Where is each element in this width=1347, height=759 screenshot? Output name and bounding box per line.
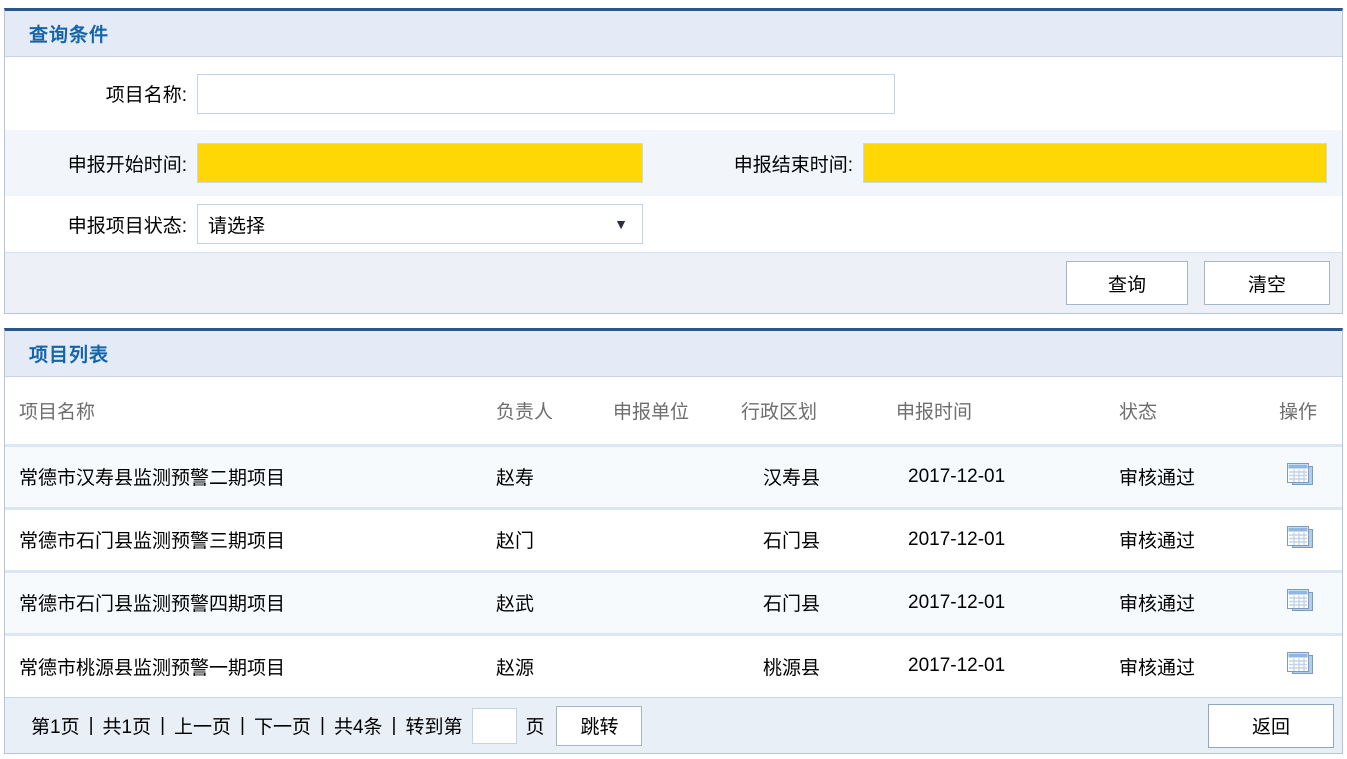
separator: | <box>240 715 245 737</box>
cell-person: 赵寿 <box>496 445 613 508</box>
view-detail-button[interactable] <box>1285 524 1316 552</box>
cell-district: 汉寿县 <box>741 445 896 508</box>
cell-project-name: 常德市桃源县监测预警一期项目 <box>5 634 496 697</box>
column-header-name: 项目名称 <box>5 377 496 445</box>
project-name-row: 项目名称: <box>5 57 1342 130</box>
cell-project-name: 常德市汉寿县监测预警二期项目 <box>5 445 496 508</box>
current-page-label: 第1页 <box>31 712 80 739</box>
column-header-unit: 申报单位 <box>613 377 741 445</box>
cell-unit <box>613 634 741 697</box>
table-row: 常德市石门县监测预警四期项目 赵武 石门县 2017-12-01 审核通过 <box>5 571 1342 634</box>
goto-page-suffix-label: 页 <box>525 712 544 739</box>
cell-project-name: 常德市石门县监测预警三期项目 <box>5 508 496 571</box>
view-detail-button[interactable] <box>1285 461 1316 489</box>
table-body: 常德市汉寿县监测预警二期项目 赵寿 汉寿县 2017-12-01 审核通过 常德… <box>5 445 1342 697</box>
clear-button[interactable]: 清空 <box>1204 261 1330 305</box>
cell-person: 赵源 <box>496 634 613 697</box>
cell-district: 桃源县 <box>741 634 896 697</box>
view-detail-button[interactable] <box>1285 650 1316 678</box>
goto-page-input[interactable] <box>472 708 517 744</box>
table-icon <box>1287 601 1314 616</box>
project-name-label: 项目名称: <box>5 80 197 107</box>
table-row: 常德市汉寿县监测预警二期项目 赵寿 汉寿县 2017-12-01 审核通过 <box>5 445 1342 508</box>
next-page-link[interactable]: 下一页 <box>254 712 311 739</box>
cell-project-name: 常德市石门县监测预警四期项目 <box>5 571 496 634</box>
list-panel-title: 项目列表 <box>29 340 109 367</box>
separator: | <box>320 715 325 737</box>
table-icon <box>1287 475 1314 490</box>
cell-date: 2017-12-01 <box>896 508 1119 571</box>
column-header-date: 申报时间 <box>896 377 1119 445</box>
cell-unit <box>613 508 741 571</box>
declare-time-row: 申报开始时间: 申报结束时间: <box>5 130 1342 196</box>
query-panel-title: 查询条件 <box>29 20 109 47</box>
cell-person: 赵门 <box>496 508 613 571</box>
chevron-down-icon: ▼ <box>614 216 632 232</box>
project-status-row: 申报项目状态: 请选择 ▼ <box>5 196 1342 252</box>
table-row: 常德市桃源县监测预警一期项目 赵源 桃源县 2017-12-01 审核通过 <box>5 634 1342 697</box>
query-panel-footer: 查询 清空 <box>5 252 1342 313</box>
cell-unit <box>613 571 741 634</box>
cell-status: 审核通过 <box>1119 634 1279 697</box>
project-status-selected-value: 请选择 <box>208 211 265 238</box>
cell-district: 石门县 <box>741 508 896 571</box>
start-time-input[interactable] <box>197 143 643 183</box>
page: 查询条件 项目名称: 申报开始时间: 申报结束时间: 申报项目状态: 请选择 ▼… <box>0 0 1347 754</box>
cell-status: 审核通过 <box>1119 445 1279 508</box>
table-icon <box>1287 664 1314 679</box>
end-time-input[interactable] <box>863 143 1327 183</box>
column-header-status: 状态 <box>1119 377 1279 445</box>
prev-page-link[interactable]: 上一页 <box>174 712 231 739</box>
cell-date: 2017-12-01 <box>896 445 1119 508</box>
cell-date: 2017-12-01 <box>896 634 1119 697</box>
project-name-input[interactable] <box>197 74 895 114</box>
jump-button[interactable]: 跳转 <box>556 706 642 746</box>
cell-unit <box>613 445 741 508</box>
column-header-person: 负责人 <box>496 377 613 445</box>
project-status-select[interactable]: 请选择 ▼ <box>197 204 643 244</box>
cell-date: 2017-12-01 <box>896 571 1119 634</box>
separator: | <box>160 715 165 737</box>
cell-status: 审核通过 <box>1119 571 1279 634</box>
query-conditions-panel: 查询条件 项目名称: 申报开始时间: 申报结束时间: 申报项目状态: 请选择 ▼… <box>4 8 1343 314</box>
column-header-district: 行政区划 <box>741 377 896 445</box>
query-panel-header: 查询条件 <box>5 11 1342 57</box>
cell-status: 审核通过 <box>1119 508 1279 571</box>
list-panel-header: 项目列表 <box>5 331 1342 377</box>
start-time-label: 申报开始时间: <box>5 150 197 177</box>
goto-page-prefix-label: 转到第 <box>405 712 462 739</box>
search-button[interactable]: 查询 <box>1066 261 1188 305</box>
project-table: 项目名称 负责人 申报单位 行政区划 申报时间 状态 操作 常德市汉寿县监测预警… <box>5 377 1342 697</box>
cell-person: 赵武 <box>496 571 613 634</box>
table-icon <box>1287 538 1314 553</box>
pagination-bar: 第1页 | 共1页 | 上一页 | 下一页 | 共4条 | 转到第 页 跳转 返… <box>5 697 1342 753</box>
table-header-row: 项目名称 负责人 申报单位 行政区划 申报时间 状态 操作 <box>5 377 1342 445</box>
total-pages-label: 共1页 <box>103 712 152 739</box>
total-items-label: 共4条 <box>334 712 383 739</box>
view-detail-button[interactable] <box>1285 587 1316 615</box>
project-status-label: 申报项目状态: <box>5 211 197 238</box>
project-list-panel: 项目列表 项目名称 负责人 申报单位 行政区划 申报时间 状态 操作 <box>4 328 1343 754</box>
end-time-label: 申报结束时间: <box>643 150 863 177</box>
table-row: 常德市石门县监测预警三期项目 赵门 石门县 2017-12-01 审核通过 <box>5 508 1342 571</box>
cell-district: 石门县 <box>741 571 896 634</box>
separator: | <box>89 715 94 737</box>
separator: | <box>392 715 397 737</box>
back-button[interactable]: 返回 <box>1208 704 1334 748</box>
column-header-operation: 操作 <box>1279 377 1342 445</box>
